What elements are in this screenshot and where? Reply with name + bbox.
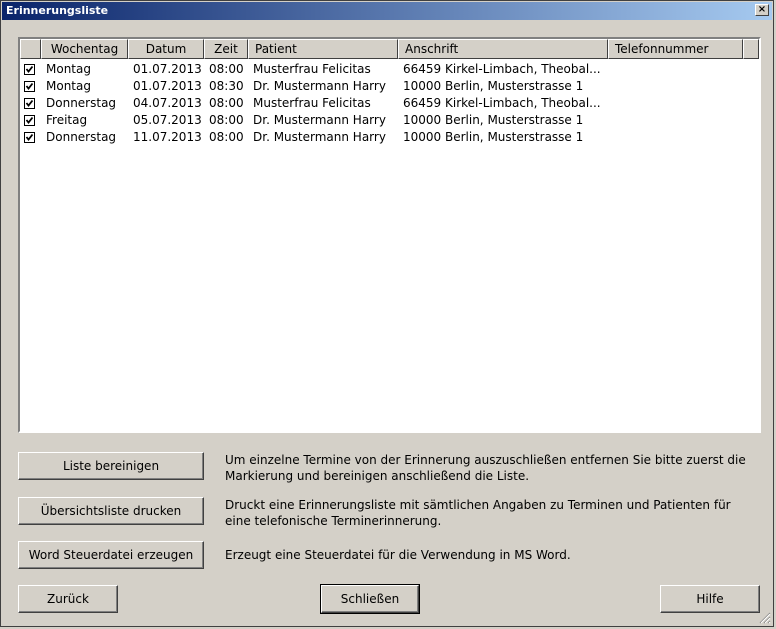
cell-anschrift: 66459 Kirkel-Limbach, Theobal... [403, 62, 601, 76]
clean-list-button[interactable]: Liste bereinigen [18, 452, 204, 480]
clean-list-description: Um einzelne Termine von der Erinnerung a… [225, 453, 746, 483]
header-filler [743, 39, 759, 59]
checkmark-icon [25, 82, 34, 90]
header-wochentag[interactable]: Wochentag [41, 39, 128, 59]
title-bar: Erinnerungsliste × [2, 2, 772, 20]
cell-datum: 01.07.2013 [133, 62, 202, 76]
header-datum[interactable]: Datum [128, 39, 204, 59]
cell-wochentag: Donnerstag [46, 130, 117, 144]
cell-telefonnummer [613, 78, 743, 95]
table-row[interactable]: Montag 01.07.2013 08:00 Musterfrau Felicita… [20, 61, 759, 78]
cell-telefonnummer [613, 112, 743, 129]
cell-zeit: 08:00 [209, 96, 244, 110]
cell-wochentag: Montag [46, 79, 91, 93]
close-icon[interactable]: × [755, 4, 769, 16]
header-telefonnummer[interactable]: Telefonnummer [608, 39, 743, 59]
checkmark-icon [25, 99, 34, 107]
cell-patient: Dr. Mustermann Harry [253, 113, 386, 127]
table-row[interactable]: Freitag 05.07.2013 08:00 Dr. Mustermann Har… [20, 112, 759, 129]
help-button[interactable]: Hilfe [660, 585, 760, 613]
cell-anschrift: 66459 Kirkel-Limbach, Theobal... [403, 96, 601, 110]
header-checkbox-column[interactable] [20, 39, 41, 59]
back-button[interactable]: Zurück [18, 585, 118, 613]
cell-telefonnummer [613, 95, 743, 112]
dialog-window: Erinnerungsliste × Wochentag Datum Zeit … [0, 0, 774, 627]
cell-anschrift: 10000 Berlin, Musterstrasse 1 [403, 130, 584, 144]
close-button[interactable]: Schließen [320, 584, 420, 614]
cell-patient: Musterfrau Felicitas [253, 96, 371, 110]
cell-zeit: 08:00 [209, 113, 244, 127]
table-row[interactable]: Donnerstag 04.07.2013 08:00 Musterfrau Feli… [20, 95, 759, 112]
table-row[interactable]: Montag 01.07.2013 08:30 Dr. Mustermann Harr… [20, 78, 759, 95]
row-checkbox[interactable] [24, 64, 35, 75]
resize-grip-icon[interactable] [759, 612, 771, 624]
checkmark-icon [25, 116, 34, 124]
cell-datum: 01.07.2013 [133, 79, 202, 93]
table-row[interactable]: Donnerstag 11.07.2013 08:00 Dr. Mustermann … [20, 129, 759, 146]
cell-patient: Musterfrau Felicitas [253, 62, 371, 76]
cell-anschrift: 10000 Berlin, Musterstrasse 1 [403, 79, 584, 93]
cell-wochentag: Montag [46, 62, 91, 76]
header-anschrift[interactable]: Anschrift [398, 39, 608, 59]
checkmark-icon [25, 65, 34, 73]
cell-zeit: 08:00 [209, 130, 244, 144]
list-header: Wochentag Datum Zeit Patient Anschrift T… [20, 39, 759, 59]
cell-datum: 04.07.2013 [133, 96, 202, 110]
word-control-file-button[interactable]: Word Steuerdatei erzeugen [18, 541, 204, 569]
row-checkbox[interactable] [24, 132, 35, 143]
row-checkbox[interactable] [24, 81, 35, 92]
cell-patient: Dr. Mustermann Harry [253, 130, 386, 144]
window-title: Erinnerungsliste [6, 4, 109, 17]
cell-wochentag: Freitag [46, 113, 88, 127]
checkmark-icon [25, 133, 34, 141]
cell-datum: 11.07.2013 [133, 130, 202, 144]
print-overview-button[interactable]: Übersichtsliste drucken [18, 497, 204, 525]
row-checkbox[interactable] [24, 98, 35, 109]
cell-zeit: 08:30 [209, 79, 244, 93]
cell-telefonnummer [613, 129, 743, 146]
cell-telefonnummer [613, 61, 743, 78]
cell-anschrift: 10000 Berlin, Musterstrasse 1 [403, 113, 584, 127]
word-control-file-description: Erzeugt eine Steuerdatei für die Verwend… [225, 548, 571, 562]
reminder-list[interactable]: Wochentag Datum Zeit Patient Anschrift T… [18, 37, 761, 433]
row-checkbox[interactable] [24, 115, 35, 126]
cell-zeit: 08:00 [209, 62, 244, 76]
cell-datum: 05.07.2013 [133, 113, 202, 127]
header-patient[interactable]: Patient [248, 39, 398, 59]
cell-wochentag: Donnerstag [46, 96, 117, 110]
cell-patient: Dr. Mustermann Harry [253, 79, 386, 93]
print-overview-description: Druckt eine Erinnerungsliste mit sämtlic… [225, 498, 731, 528]
header-zeit[interactable]: Zeit [204, 39, 248, 59]
